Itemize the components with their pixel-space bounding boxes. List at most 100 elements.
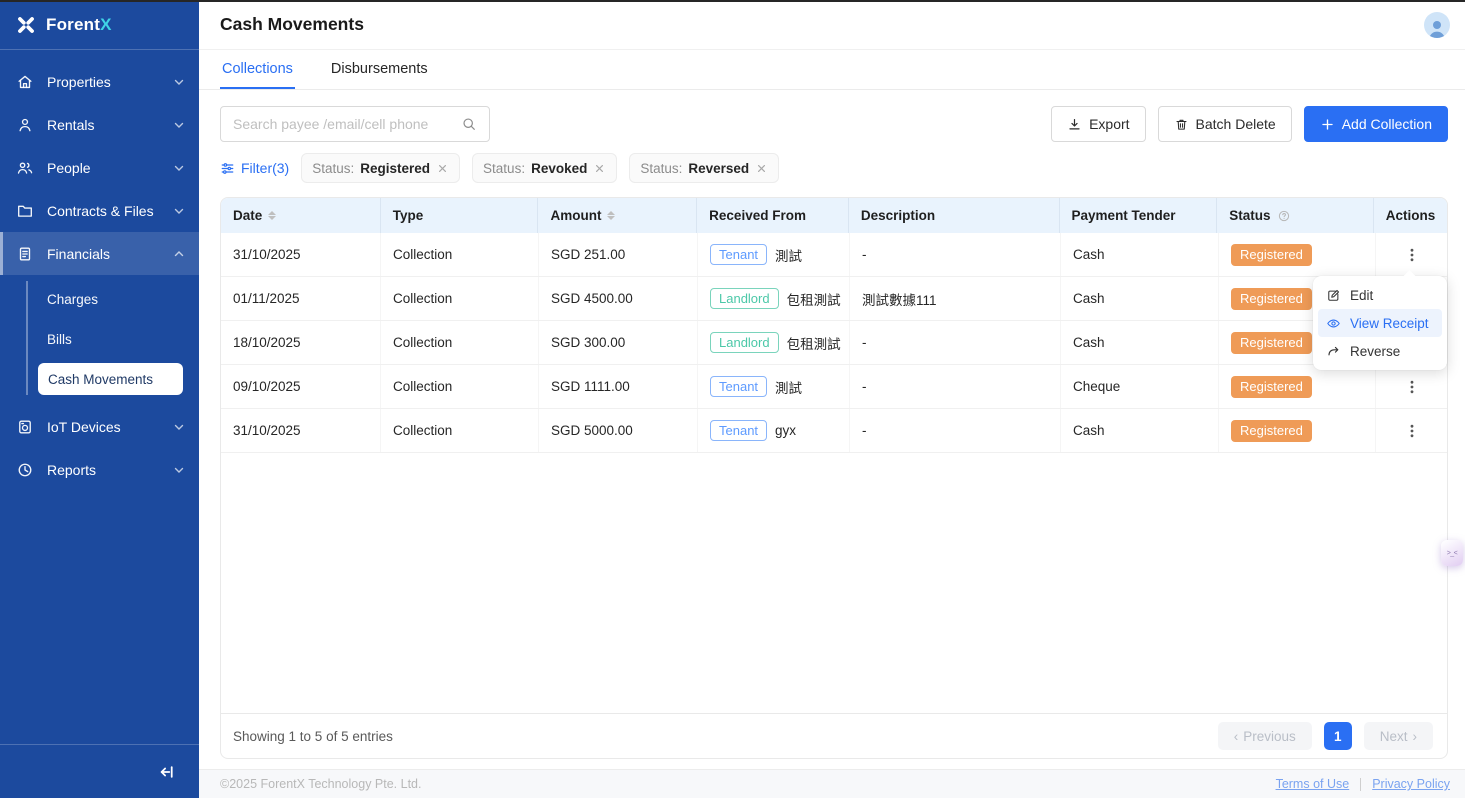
sidebar-item-people[interactable]: People — [0, 146, 199, 189]
status-badge: Registered — [1231, 244, 1312, 266]
person-icon — [16, 116, 34, 134]
sort-icon[interactable] — [607, 211, 615, 220]
sidebar-item-label: Rentals — [47, 117, 173, 133]
chevron-down-icon — [173, 76, 185, 88]
previous-page-button[interactable]: ‹Previous — [1218, 722, 1312, 750]
payer-name: gyx — [775, 423, 796, 438]
tab-disbursements[interactable]: Disbursements — [329, 50, 430, 89]
logo[interactable]: ForentX — [0, 0, 199, 50]
cell-date: 09/10/2025 — [221, 365, 381, 408]
sidebar-item-reports[interactable]: Reports — [0, 448, 199, 491]
sidebar-item-financials[interactable]: Financials — [0, 232, 199, 275]
sidebar-subitem-bills[interactable]: Bills — [0, 319, 199, 359]
user-avatar[interactable] — [1424, 12, 1450, 38]
sidebar-subitem-cash-movements[interactable]: Cash Movements — [38, 363, 183, 395]
table-row[interactable]: 01/11/2025 Collection SGD 4500.00 Landlo… — [221, 277, 1447, 321]
export-button[interactable]: Export — [1051, 106, 1145, 142]
cell-type: Collection — [381, 365, 539, 408]
chip-prefix: Status: — [312, 161, 354, 176]
batch-delete-label: Batch Delete — [1196, 116, 1276, 132]
cell-amount: SGD 300.00 — [539, 321, 698, 364]
filter-button[interactable]: Filter(3) — [220, 160, 289, 176]
reports-icon — [16, 461, 34, 479]
cell-date: 31/10/2025 — [221, 409, 381, 452]
batch-delete-button[interactable]: Batch Delete — [1158, 106, 1292, 142]
menu-item-label: View Receipt — [1350, 316, 1429, 331]
sidebar-item-properties[interactable]: Properties — [0, 60, 199, 103]
sort-icon[interactable] — [268, 211, 276, 220]
cell-amount: SGD 4500.00 — [539, 277, 698, 320]
collapse-sidebar-icon[interactable] — [155, 761, 177, 783]
cell-amount: SGD 251.00 — [539, 233, 698, 276]
main-area: Cash Movements Collections Disbursements… — [199, 0, 1465, 798]
table-header: Date Type Amount Received From Descripti… — [221, 198, 1447, 233]
cell-payment-tender: Cash — [1061, 409, 1219, 452]
export-label: Export — [1089, 116, 1129, 132]
cell-date: 18/10/2025 — [221, 321, 381, 364]
cell-actions — [1376, 233, 1447, 276]
status-badge: Registered — [1231, 420, 1312, 442]
sidebar-item-rentals[interactable]: Rentals — [0, 103, 199, 146]
row-actions-button[interactable] — [1400, 375, 1424, 399]
close-icon[interactable] — [593, 162, 606, 175]
sidebar-subitem-charges[interactable]: Charges — [0, 279, 199, 319]
dots-vertical-icon — [1404, 247, 1420, 263]
filter-label: Filter(3) — [241, 160, 289, 176]
menu-item-edit[interactable]: Edit — [1318, 281, 1442, 309]
subitem-label: Charges — [47, 292, 98, 307]
filter-chip-revoked: Status: Revoked — [472, 153, 617, 183]
sidebar-nav: Properties Rentals People Contracts & Fi… — [0, 50, 199, 491]
table-footer: Showing 1 to 5 of 5 entries ‹Previous 1 … — [221, 713, 1447, 758]
search-input[interactable] — [233, 116, 461, 132]
status-badge: Registered — [1231, 376, 1312, 398]
chip-value: Registered — [360, 161, 430, 176]
sidebar-item-label: IoT Devices — [47, 419, 173, 435]
menu-item-view-receipt[interactable]: View Receipt — [1318, 309, 1442, 337]
column-label: Status — [1229, 208, 1270, 223]
cell-description: - — [850, 365, 1061, 408]
privacy-policy-link[interactable]: Privacy Policy — [1372, 777, 1450, 791]
subitem-label: Cash Movements — [48, 372, 153, 387]
row-actions-menu: Edit View Receipt Reverse — [1313, 276, 1447, 370]
search-icon[interactable] — [461, 116, 477, 132]
column-header-description: Description — [849, 198, 1060, 233]
terms-of-use-link[interactable]: Terms of Use — [1276, 777, 1350, 791]
table-row[interactable]: 31/10/2025 Collection SGD 5000.00 Tenant… — [221, 409, 1447, 453]
filter-row: Filter(3) Status: Registered Status: Rev… — [220, 153, 1465, 183]
table-row[interactable]: 31/10/2025 Collection SGD 251.00 Tenant … — [221, 233, 1447, 277]
cell-status: Registered — [1219, 233, 1376, 276]
dots-vertical-icon — [1404, 379, 1420, 395]
footer-link-divider — [1360, 778, 1361, 791]
column-label: Amount — [550, 208, 601, 223]
add-collection-label: Add Collection — [1342, 116, 1432, 132]
table-row[interactable]: 09/10/2025 Collection SGD 1111.00 Tenant… — [221, 365, 1447, 409]
payer-type-badge: Landlord — [710, 288, 779, 309]
chevron-down-icon — [173, 464, 185, 476]
sidebar-item-contracts-files[interactable]: Contracts & Files — [0, 189, 199, 232]
assistant-widget-button[interactable]: >_< — [1441, 540, 1463, 566]
next-page-button[interactable]: Next› — [1364, 722, 1433, 750]
tab-collections[interactable]: Collections — [220, 50, 295, 89]
cell-type: Collection — [381, 321, 539, 364]
help-circle-icon[interactable] — [1277, 209, 1291, 223]
close-icon[interactable] — [436, 162, 449, 175]
filter-chip-reversed: Status: Reversed — [629, 153, 779, 183]
column-header-type: Type — [381, 198, 539, 233]
cash-movements-table: Date Type Amount Received From Descripti… — [220, 197, 1448, 759]
table-row[interactable]: 18/10/2025 Collection SGD 300.00 Landlor… — [221, 321, 1447, 365]
close-icon[interactable] — [755, 162, 768, 175]
row-actions-button[interactable] — [1400, 419, 1424, 443]
page-number-1[interactable]: 1 — [1324, 722, 1352, 750]
row-actions-button[interactable] — [1400, 243, 1424, 267]
column-header-amount[interactable]: Amount — [538, 198, 697, 233]
chevron-down-icon — [173, 421, 185, 433]
cell-payment-tender: Cheque — [1061, 365, 1219, 408]
sidebar-item-iot-devices[interactable]: IoT Devices — [0, 405, 199, 448]
toolbar: Export Batch Delete Add Collection — [220, 106, 1448, 142]
add-collection-button[interactable]: Add Collection — [1304, 106, 1448, 142]
cell-date: 01/11/2025 — [221, 277, 381, 320]
cell-status: Registered — [1219, 365, 1376, 408]
menu-item-reverse[interactable]: Reverse — [1318, 337, 1442, 365]
column-header-date[interactable]: Date — [221, 198, 381, 233]
home-icon — [16, 73, 34, 91]
